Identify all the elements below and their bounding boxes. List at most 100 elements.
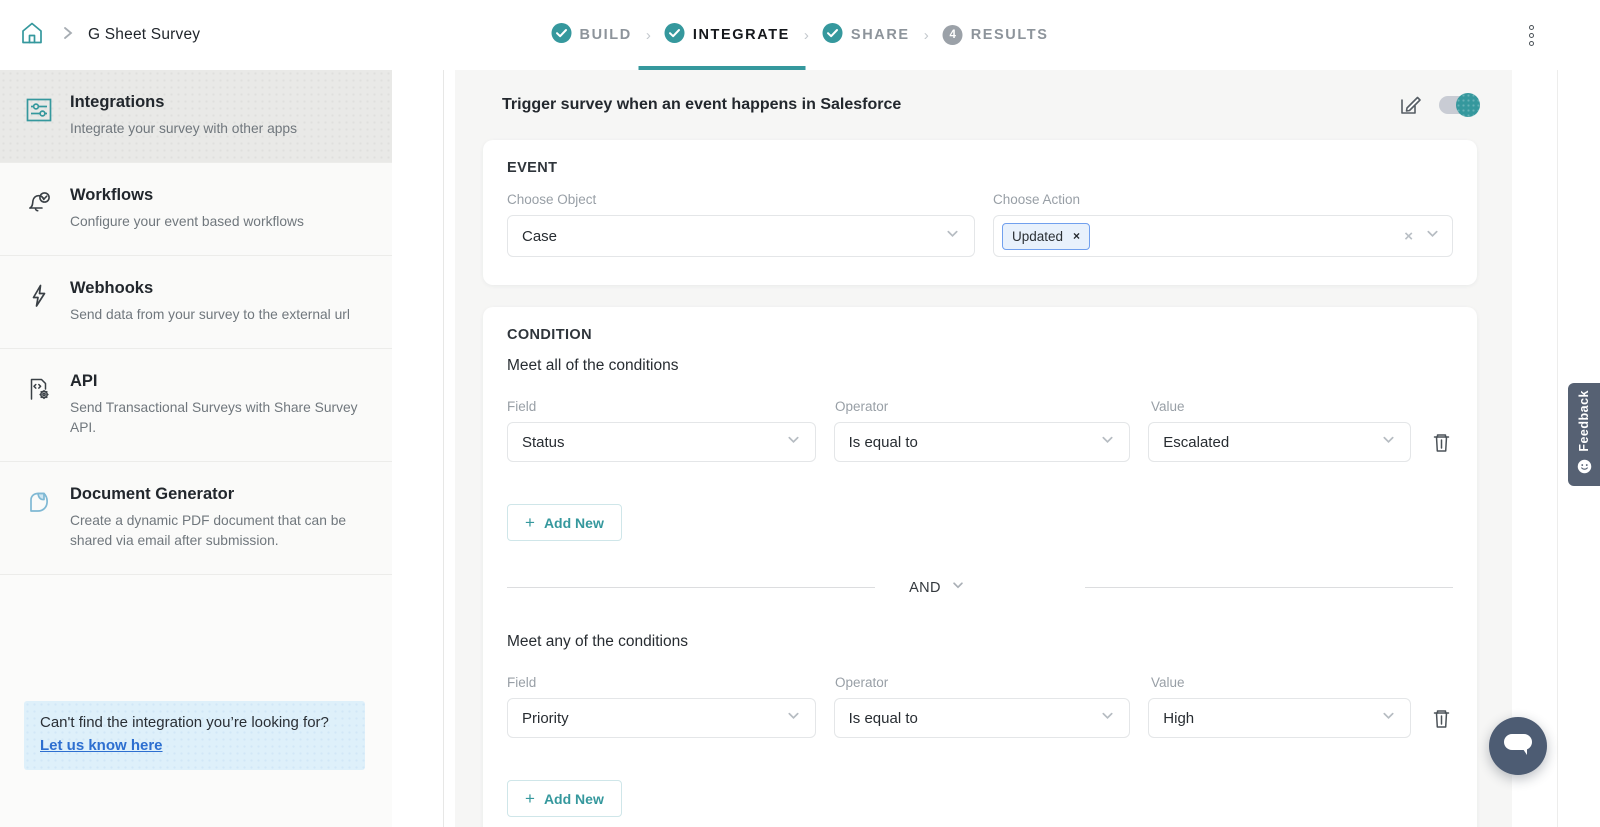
chevron-down-icon xyxy=(786,708,801,728)
step-separator-icon: › xyxy=(924,27,929,44)
condition-join-row: AND xyxy=(507,578,1453,597)
tab-build-label: BUILD xyxy=(580,27,632,43)
chip-label: Updated xyxy=(1012,229,1063,244)
choose-object-group: Choose Object Case xyxy=(507,192,975,257)
clear-icon[interactable]: × xyxy=(1404,228,1413,245)
condition-row: Priority Is equal to High xyxy=(507,698,1453,738)
home-button[interactable] xyxy=(16,19,48,51)
tab-share-label: SHARE xyxy=(851,27,910,43)
tab-integrate[interactable]: INTEGRATE xyxy=(665,0,790,70)
trigger-actions xyxy=(1397,92,1477,118)
choose-object-select[interactable]: Case xyxy=(507,215,975,257)
toggle-knob xyxy=(1456,93,1480,117)
sidebar-item-integrations[interactable]: Integrations Integrate your survey with … xyxy=(0,70,392,163)
operator-label: Operator xyxy=(835,399,1151,414)
event-card: EVENT Choose Object Case Choose Action xyxy=(483,140,1477,285)
sidebar-item-title: Workflows xyxy=(70,186,304,205)
wizard-steps: BUILD › INTEGRATE › SHARE › 4 RESULTS xyxy=(552,0,1049,70)
sidebar-item-api[interactable]: API Send Transactional Surveys with Shar… xyxy=(0,349,392,462)
join-operator-value: AND xyxy=(909,580,941,596)
chevron-down-icon xyxy=(1100,432,1115,452)
choose-object-value: Case xyxy=(522,228,945,245)
divider xyxy=(507,587,875,588)
check-circle-icon xyxy=(665,23,685,48)
action-chip-updated[interactable]: Updated × xyxy=(1002,223,1090,250)
chip-remove-icon[interactable]: × xyxy=(1073,229,1080,243)
add-new-button[interactable]: + Add New xyxy=(507,780,622,817)
bell-check-icon xyxy=(24,186,54,232)
condition-heading: CONDITION xyxy=(507,327,1453,343)
value-select[interactable]: Escalated xyxy=(1148,422,1411,462)
integration-panel: Trigger survey when an event happens in … xyxy=(455,70,1512,827)
sidebar-item-desc: Integrate your survey with other apps xyxy=(70,119,297,139)
choose-action-select[interactable]: Updated × × xyxy=(993,215,1453,257)
check-circle-icon xyxy=(552,23,572,48)
sidebar: Integrations Integrate your survey with … xyxy=(0,70,392,827)
breadcrumb: G Sheet Survey xyxy=(16,0,200,70)
join-operator-select[interactable]: AND xyxy=(909,578,965,597)
sidebar-item-body: Document Generator Create a dynamic PDF … xyxy=(70,485,370,551)
value-label: Value xyxy=(1151,399,1185,414)
field-label: Field xyxy=(507,399,835,414)
breadcrumb-chevron-icon xyxy=(62,26,74,45)
sidebar-item-body: Integrations Integrate your survey with … xyxy=(70,93,297,139)
field-select[interactable]: Priority xyxy=(507,698,816,738)
event-heading: EVENT xyxy=(507,160,1453,176)
value-value: High xyxy=(1163,710,1381,727)
choose-action-group: Choose Action Updated × × xyxy=(993,192,1453,257)
chat-bubble-icon xyxy=(1503,731,1533,762)
trigger-title: Trigger survey when an event happens in … xyxy=(502,96,901,114)
smiley-icon xyxy=(1577,459,1592,479)
edit-icon[interactable] xyxy=(1397,92,1423,118)
sidebar-item-body: API Send Transactional Surveys with Shar… xyxy=(70,372,370,438)
step-separator-icon: › xyxy=(646,27,651,44)
field-value: Priority xyxy=(522,710,786,727)
condition-row: Status Is equal to Escalated xyxy=(507,422,1453,462)
divider xyxy=(1557,70,1558,827)
file-code-gear-icon xyxy=(24,372,54,438)
kebab-menu-icon[interactable] xyxy=(1524,20,1538,50)
tab-share[interactable]: SHARE xyxy=(823,0,910,70)
trigger-header-row: Trigger survey when an event happens in … xyxy=(483,70,1477,140)
meet-all-label: Meet all of the conditions xyxy=(507,357,1453,375)
add-new-button[interactable]: + Add New xyxy=(507,504,622,541)
operator-select[interactable]: Is equal to xyxy=(834,422,1131,462)
sidebar-item-desc: Send data from your survey to the extern… xyxy=(70,305,350,325)
step-separator-icon: › xyxy=(804,27,809,44)
tab-build[interactable]: BUILD xyxy=(552,0,632,70)
home-icon xyxy=(18,19,46,52)
condition-card: CONDITION Meet all of the conditions Fie… xyxy=(483,307,1477,827)
trash-icon[interactable] xyxy=(1429,706,1453,730)
chevron-down-icon xyxy=(945,226,960,246)
operator-value: Is equal to xyxy=(849,710,1101,727)
sidebar-item-document-generator[interactable]: Document Generator Create a dynamic PDF … xyxy=(0,462,392,575)
add-new-label: Add New xyxy=(544,791,604,807)
field-select[interactable]: Status xyxy=(507,422,816,462)
sliders-icon xyxy=(24,93,54,139)
trash-icon[interactable] xyxy=(1429,430,1453,454)
document-icon xyxy=(24,485,54,551)
feedback-tab[interactable]: Feedback xyxy=(1568,383,1600,486)
let-us-know-link[interactable]: Let us know here xyxy=(40,737,163,754)
step-number-icon: 4 xyxy=(943,25,963,45)
value-select[interactable]: High xyxy=(1148,698,1411,738)
lightning-icon xyxy=(24,279,54,325)
sidebar-item-webhooks[interactable]: Webhooks Send data from your survey to t… xyxy=(0,256,392,349)
sidebar-item-workflows[interactable]: Workflows Configure your event based wor… xyxy=(0,163,392,256)
value-label: Value xyxy=(1151,675,1185,690)
integration-request-notice: Can't find the integration you’re lookin… xyxy=(24,701,365,770)
choose-object-label: Choose Object xyxy=(507,192,975,207)
chat-launcher-button[interactable] xyxy=(1489,717,1547,775)
trigger-toggle[interactable] xyxy=(1439,96,1477,114)
chevron-down-icon xyxy=(1381,432,1396,452)
divider xyxy=(443,70,444,827)
condition-labels-row: Field Operator Value xyxy=(507,399,1453,414)
sidebar-item-desc: Create a dynamic PDF document that can b… xyxy=(70,511,370,551)
tab-results[interactable]: 4 RESULTS xyxy=(943,0,1049,70)
operator-select[interactable]: Is equal to xyxy=(834,698,1131,738)
sidebar-item-title: API xyxy=(70,372,370,391)
main-area: Trigger survey when an event happens in … xyxy=(392,70,1600,827)
value-value: Escalated xyxy=(1163,434,1381,451)
top-bar: G Sheet Survey BUILD › INTEGRATE › SHARE… xyxy=(0,0,1600,70)
feedback-tab-label: Feedback xyxy=(1577,390,1591,452)
